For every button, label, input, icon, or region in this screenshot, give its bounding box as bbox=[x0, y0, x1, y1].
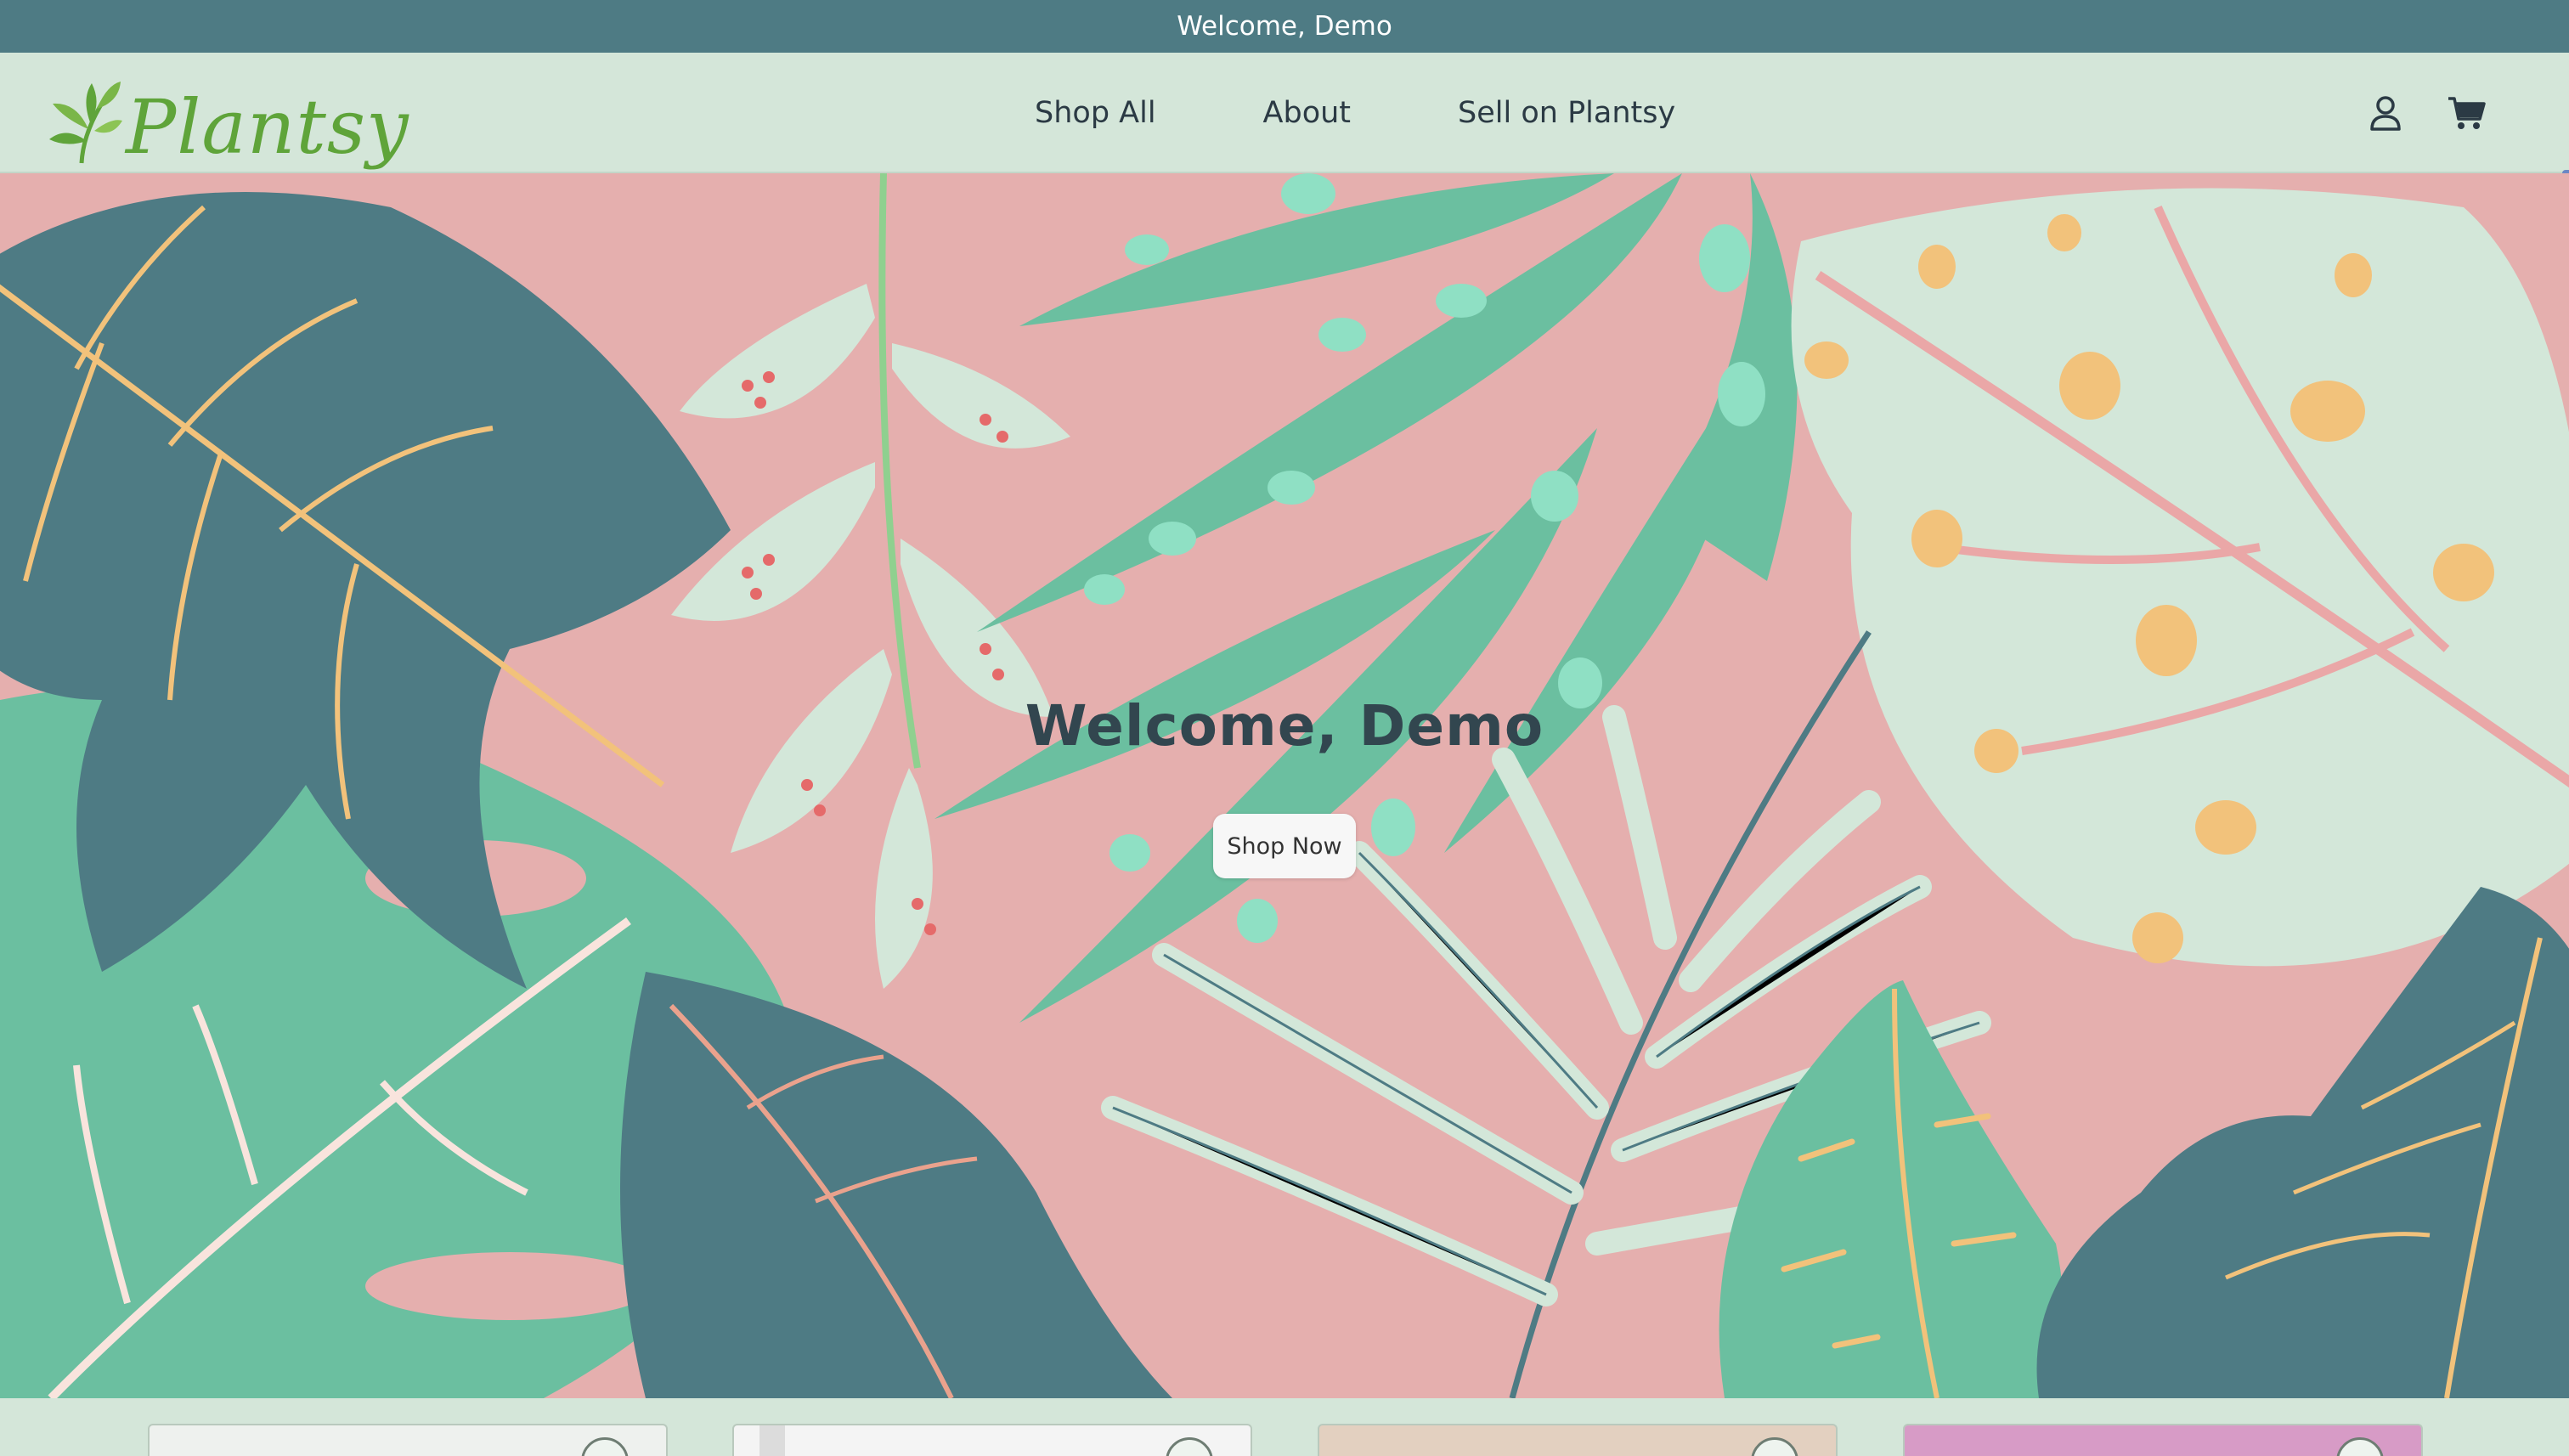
shop-now-button[interactable]: Shop Now bbox=[1213, 814, 1356, 878]
heart-icon[interactable] bbox=[1751, 1437, 1798, 1456]
cart-icon[interactable] bbox=[2446, 92, 2488, 134]
tropical-leaves-illustration bbox=[0, 173, 2569, 1398]
product-card[interactable] bbox=[1318, 1424, 1838, 1456]
main-nav: Shop All About Sell on Plantsy bbox=[1035, 53, 1675, 173]
announcement-text: Welcome, Demo bbox=[1177, 11, 1392, 42]
nav-about[interactable]: About bbox=[1263, 96, 1351, 130]
hero-title: Welcome, Demo bbox=[1025, 693, 1544, 759]
product-card[interactable] bbox=[148, 1424, 668, 1456]
heart-icon[interactable] bbox=[2336, 1437, 2384, 1456]
nav-sell-on-plantsy[interactable]: Sell on Plantsy bbox=[1458, 96, 1675, 130]
user-icon[interactable] bbox=[2364, 92, 2407, 134]
site-header: Plantsy Shop All About Sell on Plantsy bbox=[0, 53, 2569, 243]
product-grid bbox=[0, 1398, 2569, 1456]
product-card[interactable] bbox=[1903, 1424, 2423, 1456]
leaf-logo-icon bbox=[49, 82, 122, 164]
nav-shop-all[interactable]: Shop All bbox=[1035, 96, 1156, 130]
heart-icon[interactable] bbox=[581, 1437, 629, 1456]
logo-text: Plantsy bbox=[126, 83, 409, 171]
site-logo[interactable]: Plantsy bbox=[48, 65, 409, 165]
announcement-bar: Welcome, Demo bbox=[0, 0, 2569, 53]
product-card[interactable] bbox=[732, 1424, 1252, 1456]
heart-icon[interactable] bbox=[1166, 1437, 1213, 1456]
hero-banner: Welcome, Demo Shop Now bbox=[0, 173, 2569, 1398]
